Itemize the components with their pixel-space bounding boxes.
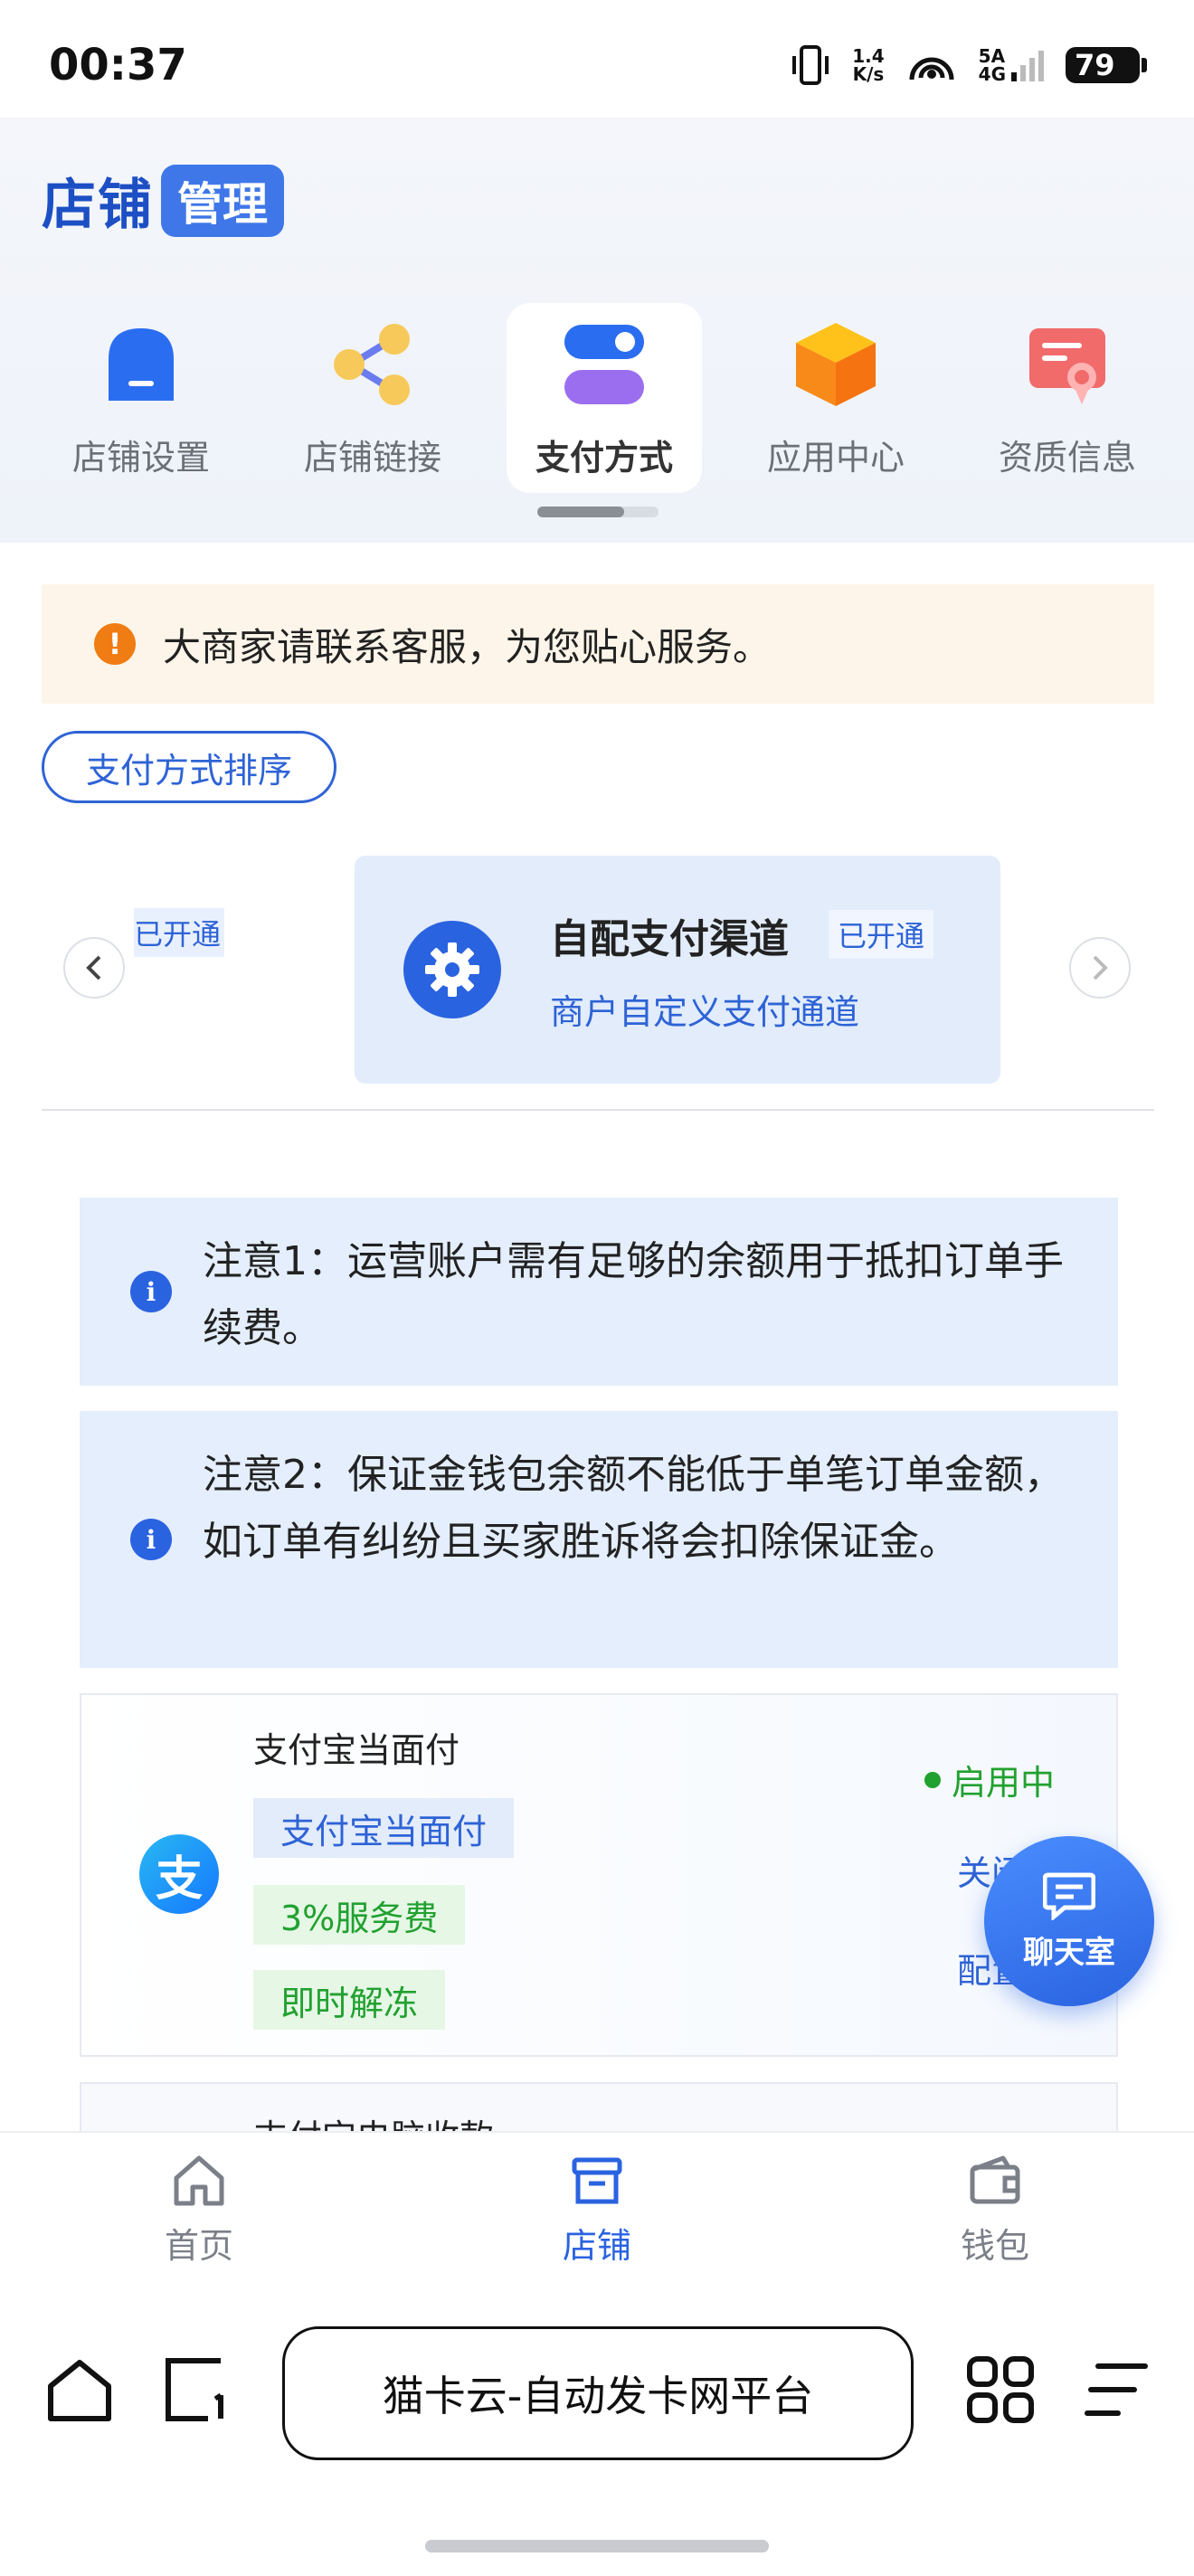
alipay-icon: 支: [139, 1834, 219, 1914]
carousel-next-button[interactable]: [1069, 937, 1131, 999]
wallet-icon: [970, 2155, 1020, 2204]
share-icon: [327, 319, 418, 410]
certificate-icon: [1022, 319, 1113, 410]
home-indicator: [425, 2540, 769, 2552]
tabs-icon: [166, 2358, 223, 2421]
apps-grid-icon: [967, 2356, 1034, 2423]
brand-tag: 管理: [161, 164, 284, 237]
vibrate-icon: [792, 45, 829, 85]
chevron-right-icon: [1093, 955, 1108, 980]
nav-tile-label: 应用中心: [766, 438, 905, 478]
home-icon: [174, 2155, 224, 2206]
brand-title: 店铺: [42, 174, 154, 237]
info-note-1: i 注意1：运营账户需有足够的余额用于抵扣订单手续费。: [80, 1198, 1118, 1386]
status-dot-icon: [924, 1771, 941, 1788]
browser-menu-button[interactable]: [1082, 2355, 1151, 2428]
chat-room-label: 聊天室: [1023, 1934, 1115, 1971]
payment-sort-button[interactable]: 支付方式排序: [42, 731, 336, 803]
address-bar[interactable]: 猫卡云-自动发卡网平台: [282, 2326, 914, 2460]
chat-bubble-icon: [1043, 1872, 1095, 1920]
channel-title: 自配支付渠道: [550, 916, 789, 962]
chat-room-button[interactable]: 聊天室: [984, 1836, 1154, 2006]
info-icon: i: [130, 1519, 172, 1560]
tab-label: 钱包: [960, 2226, 1029, 2266]
speed-unit: K/s: [852, 63, 885, 85]
cube-icon: [791, 319, 881, 410]
payment-tag-settlement: 即时解冻: [253, 1970, 446, 2030]
info-note-text: 注意2：保证金钱包余额不能低于单笔订单金额，如订单有纠纷且买家胜诉将会扣除保证金…: [203, 1452, 1064, 1565]
prev-channel-badge: 已开通: [134, 908, 225, 957]
network-bottom: 4G: [978, 63, 1006, 85]
nav-tile-label: 店铺设置: [71, 438, 210, 478]
store-icon: [96, 319, 186, 410]
tab-label: 店铺: [562, 2226, 631, 2266]
payment-item-card: [80, 2082, 1118, 2136]
browser-apps-button[interactable]: [966, 2355, 1035, 2428]
payment-tag-type: 支付宝当面付: [253, 1798, 515, 1858]
network-speed: 1.4 K/s: [852, 47, 884, 83]
home-icon: [48, 2360, 111, 2421]
divider: [42, 1109, 1154, 1111]
browser-home-button[interactable]: [45, 2355, 114, 2428]
tab-shop[interactable]: 店铺: [516, 2153, 678, 2268]
notice-text: 大商家请联系客服，为您贴心服务。: [163, 624, 772, 669]
channel-status-badge: 已开通: [829, 910, 934, 959]
hotspot-icon: [909, 57, 954, 80]
channel-description: 商户自定义支付通道: [550, 992, 860, 1032]
nav-tile-app-center[interactable]: 应用中心: [738, 303, 933, 493]
network-top: 5A: [978, 45, 1006, 67]
carousel-prev-button[interactable]: [63, 937, 125, 999]
brand-logo: 店铺 管理: [42, 161, 284, 240]
browser-tabs-button[interactable]: [161, 2355, 230, 2428]
notice-banner: ! 大商家请联系客服，为您贴心服务。: [42, 584, 1154, 704]
nav-tile-label: 店铺链接: [303, 438, 441, 478]
signal-type: 5A 4G: [979, 47, 1046, 83]
tab-label: 首页: [164, 2226, 233, 2266]
tile-scroll-thumb: [537, 507, 624, 517]
battery-indicator: 79: [1066, 47, 1147, 83]
warning-icon: !: [94, 623, 136, 665]
info-note-text: 注意1：运营账户需有足够的余额用于抵扣订单手续费。: [203, 1238, 1064, 1351]
nav-tile-store-settings[interactable]: 店铺设置: [43, 303, 239, 493]
signal-bars-icon: [1011, 51, 1044, 81]
nav-tile-label: 资质信息: [998, 438, 1136, 478]
payment-tag-fee: 3%服务费: [253, 1885, 466, 1945]
speed-value: 1.4: [852, 45, 885, 67]
payment-status-label: 启用中: [952, 1763, 1056, 1803]
nav-tile-qualification[interactable]: 资质信息: [970, 303, 1165, 493]
payment-status: 启用中: [924, 1755, 1055, 1804]
nav-tile-store-link[interactable]: 店铺链接: [275, 303, 470, 493]
chevron-left-icon: [86, 955, 101, 980]
nav-tile-label: 支付方式: [535, 438, 673, 478]
menu-icon: [1085, 2363, 1148, 2416]
status-time: 00:37: [49, 40, 187, 90]
nav-tile-payment-methods[interactable]: 支付方式: [507, 303, 702, 493]
info-icon: i: [130, 1271, 172, 1312]
gear-icon: [403, 921, 501, 1018]
tab-wallet[interactable]: 钱包: [914, 2153, 1076, 2268]
shop-icon: [572, 2157, 622, 2204]
status-icons: 1.4 K/s 5A 4G 79: [789, 45, 1147, 85]
toggle-icon: [559, 319, 649, 410]
payment-item-name: 支付宝当面付: [253, 1730, 460, 1770]
info-note-2: i 注意2：保证金钱包余额不能低于单笔订单金额，如订单有纠纷且买家胜诉将会扣除保…: [80, 1411, 1118, 1668]
tab-home[interactable]: 首页: [118, 2153, 280, 2268]
